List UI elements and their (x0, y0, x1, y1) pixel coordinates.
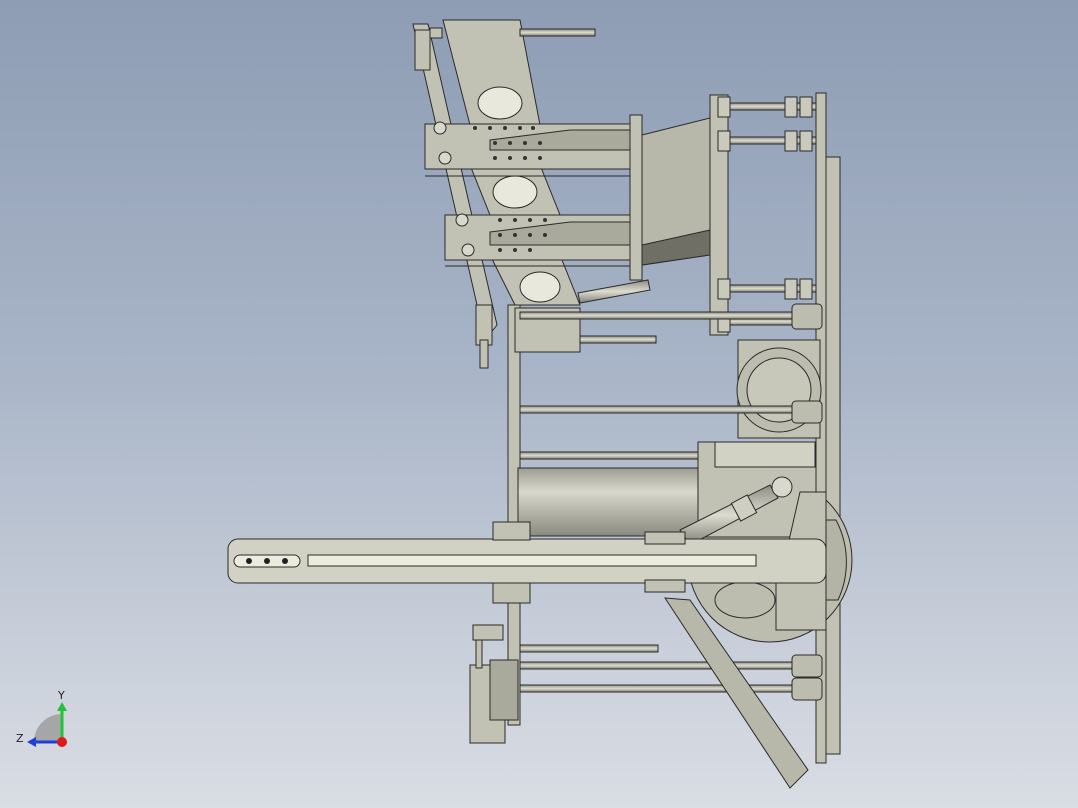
orientation-triad[interactable]: Y Z (12, 684, 82, 754)
y-axis-label: Y (57, 689, 65, 702)
cad-viewport[interactable] (0, 0, 1078, 808)
gripper-rod[interactable] (475, 639, 483, 669)
cylinder-barrel[interactable] (517, 467, 701, 537)
angled-rod[interactable] (577, 279, 651, 304)
arm-hole-3 (519, 271, 561, 303)
arm-bracket-lower[interactable] (644, 579, 686, 593)
gripper-bracket[interactable] (472, 624, 504, 641)
cam-cutout (714, 581, 776, 619)
arm-hole-1 (477, 86, 523, 120)
top-guide-rod[interactable] (519, 28, 596, 37)
link-pin[interactable] (479, 339, 489, 369)
cylinder-top-block[interactable] (714, 441, 816, 468)
y-axis-arrow (57, 702, 67, 711)
link-bracket-bottom[interactable] (475, 304, 493, 346)
linkage-pivot[interactable] (771, 476, 793, 498)
right-frame-plate-outer[interactable] (825, 156, 841, 755)
arm-hole-2 (492, 175, 538, 209)
link-bracket-top[interactable] (414, 29, 431, 71)
z-axis-label: Z (16, 732, 24, 745)
top-bolt[interactable] (429, 27, 443, 39)
gripper-clamp[interactable] (489, 659, 519, 721)
x-axis-dot (57, 737, 67, 747)
arm-collar-top[interactable] (492, 521, 531, 541)
main-arm-slot (307, 554, 757, 567)
machine-assembly[interactable] (227, 19, 853, 789)
hex-nuts[interactable] (717, 96, 813, 333)
arm-collar-bottom[interactable] (492, 582, 531, 604)
plate-post-upper[interactable] (629, 114, 643, 281)
triad-arc (34, 714, 62, 742)
arm-bracket[interactable] (644, 531, 686, 545)
z-axis-arrow (27, 737, 36, 747)
